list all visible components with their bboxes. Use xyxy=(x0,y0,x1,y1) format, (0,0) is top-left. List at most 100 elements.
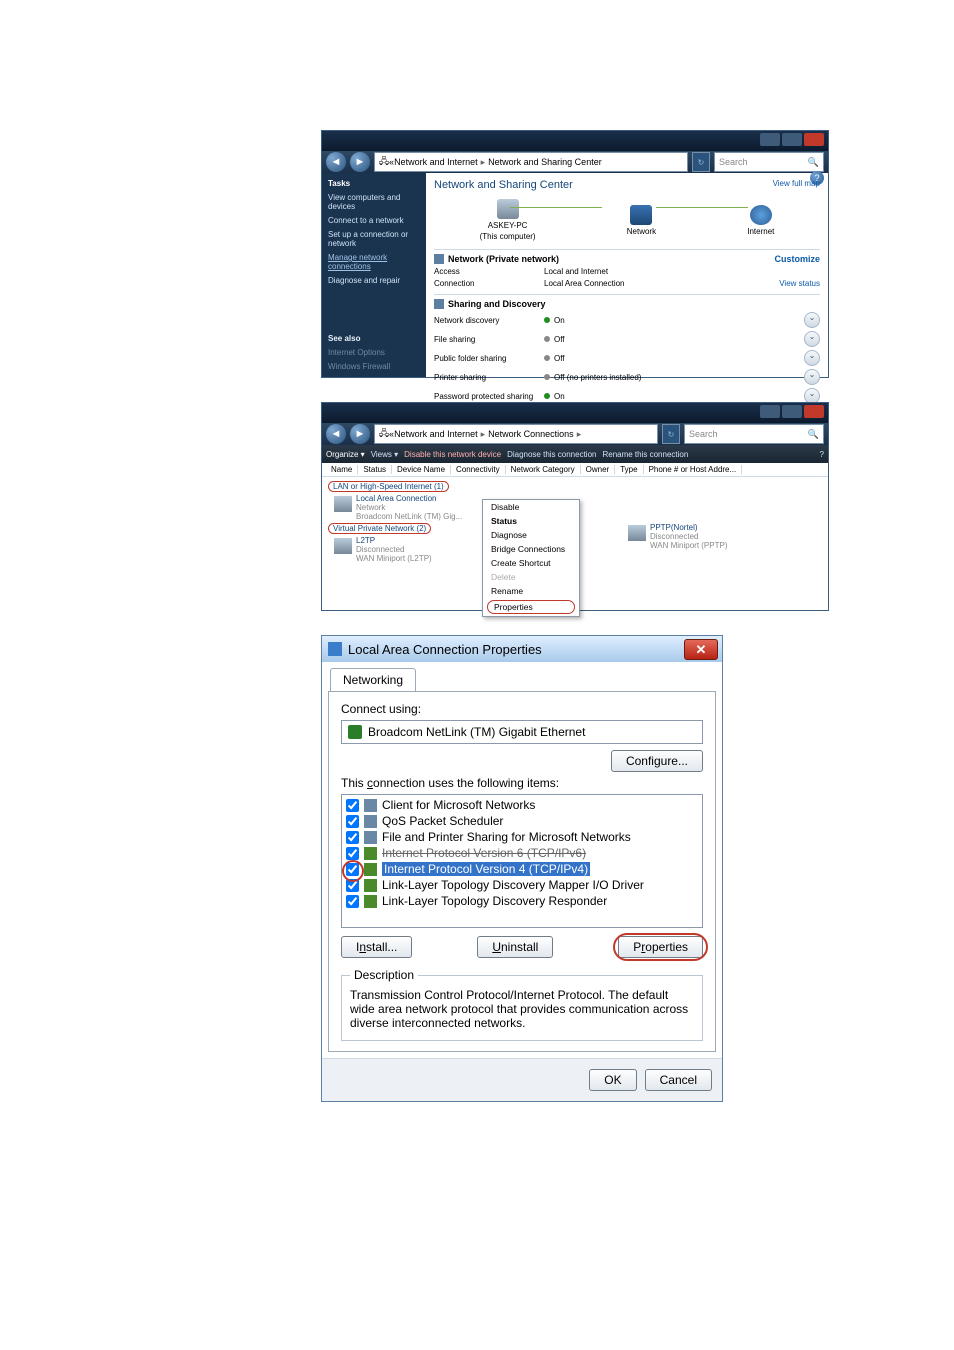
list-item[interactable]: Client for Microsoft Networks xyxy=(344,797,700,813)
search-input[interactable]: Search🔍 xyxy=(684,424,824,444)
breadcrumb-item[interactable]: Network Connections xyxy=(488,429,574,439)
sd-state: Off xyxy=(544,354,770,363)
group-header-vpn[interactable]: Virtual Private Network (2) xyxy=(328,523,431,534)
refresh-button[interactable]: ↻ xyxy=(662,424,680,444)
column-header[interactable]: Device Name xyxy=(392,465,451,474)
sharing-icon xyxy=(434,299,444,309)
menu-delete[interactable]: Delete xyxy=(483,570,579,584)
description-text: Transmission Control Protocol/Internet P… xyxy=(350,988,694,1030)
task-setup[interactable]: Set up a connection or network xyxy=(328,230,420,248)
forward-button[interactable]: ► xyxy=(350,424,370,444)
ok-button[interactable]: OK xyxy=(589,1069,636,1091)
titlebar[interactable] xyxy=(322,403,828,423)
close-button[interactable] xyxy=(804,133,824,146)
breadcrumb[interactable]: 🖧 « Network and Internet ▸ Network and S… xyxy=(374,152,688,172)
menu-status[interactable]: Status xyxy=(483,514,579,528)
menu-diagnose[interactable]: Diagnose xyxy=(483,528,579,542)
items-list[interactable]: Client for Microsoft NetworksQoS Packet … xyxy=(341,794,703,928)
close-button[interactable] xyxy=(804,405,824,418)
map-node-network[interactable]: Network xyxy=(627,205,656,236)
minimize-button[interactable] xyxy=(760,133,780,146)
access-label: Access xyxy=(434,267,544,276)
group-header-lan[interactable]: LAN or High-Speed Internet (1) xyxy=(328,481,449,492)
install-button[interactable]: Install... xyxy=(341,936,412,958)
uninstall-button[interactable]: Uninstall xyxy=(477,936,553,958)
expand-button[interactable]: ⌄ xyxy=(804,369,820,385)
minimize-button[interactable] xyxy=(760,405,780,418)
column-headers[interactable]: NameStatusDevice NameConnectivityNetwork… xyxy=(322,463,828,477)
column-header[interactable]: Type xyxy=(615,465,643,474)
menu-create-shortcut[interactable]: Create Shortcut xyxy=(483,556,579,570)
expand-button[interactable]: ⌄ xyxy=(804,350,820,366)
column-header[interactable]: Connectivity xyxy=(451,465,506,474)
menu-properties[interactable]: Properties xyxy=(487,600,575,614)
list-item[interactable]: Internet Protocol Version 6 (TCP/IPv6) xyxy=(344,845,700,861)
menu-rename[interactable]: Rename xyxy=(483,584,579,598)
cancel-button[interactable]: Cancel xyxy=(645,1069,712,1091)
breadcrumb[interactable]: 🖧 « Network and Internet ▸ Network Conne… xyxy=(374,424,658,444)
item-checkbox[interactable] xyxy=(346,895,359,908)
network-connections-window: ◄ ► 🖧 « Network and Internet ▸ Network C… xyxy=(321,402,829,611)
back-button[interactable]: ◄ xyxy=(326,424,346,444)
disable-device-button[interactable]: Disable this network device xyxy=(404,450,501,459)
search-icon: 🔍 xyxy=(808,429,819,440)
view-status-link[interactable]: View status xyxy=(770,279,820,288)
maximize-button[interactable] xyxy=(782,405,802,418)
forward-button[interactable]: ► xyxy=(350,152,370,172)
search-input[interactable]: Search🔍 xyxy=(714,152,824,172)
sd-label: Network discovery xyxy=(434,316,544,325)
view-full-map-link[interactable]: View full map xyxy=(773,179,820,188)
titlebar[interactable]: Local Area Connection Properties ✕ xyxy=(322,636,722,662)
item-checkbox[interactable] xyxy=(346,831,359,844)
task-manage-connections[interactable]: Manage network connections xyxy=(328,253,420,271)
adapter-icon xyxy=(328,642,342,656)
column-header[interactable]: Network Category xyxy=(506,465,581,474)
back-button[interactable]: ◄ xyxy=(326,152,346,172)
refresh-button[interactable]: ↻ xyxy=(692,152,710,172)
titlebar[interactable] xyxy=(322,131,828,151)
list-item[interactable]: Link-Layer Topology Discovery Mapper I/O… xyxy=(344,877,700,893)
organize-menu[interactable]: Organize ▾ xyxy=(326,450,365,459)
connection-pptp[interactable]: PPTP(Nortel)DisconnectedWAN Miniport (PP… xyxy=(628,523,728,550)
maximize-button[interactable] xyxy=(782,133,802,146)
menu-disable[interactable]: Disable xyxy=(483,500,579,514)
list-item[interactable]: Link-Layer Topology Discovery Responder xyxy=(344,893,700,909)
list-item[interactable]: QoS Packet Scheduler xyxy=(344,813,700,829)
task-connect[interactable]: Connect to a network xyxy=(328,216,420,225)
customize-link[interactable]: Customize xyxy=(774,254,820,264)
column-header[interactable]: Status xyxy=(358,465,392,474)
expand-button[interactable]: ⌄ xyxy=(804,312,820,328)
qos-icon xyxy=(364,815,377,828)
properties-button[interactable]: Properties xyxy=(618,936,703,958)
item-checkbox[interactable] xyxy=(346,815,359,828)
list-item[interactable]: File and Printer Sharing for Microsoft N… xyxy=(344,829,700,845)
configure-button[interactable]: Configure... xyxy=(611,750,703,772)
see-also-internet-options[interactable]: Internet Options xyxy=(328,348,420,357)
tasks-header: Tasks xyxy=(328,179,420,188)
rename-button[interactable]: Rename this connection xyxy=(602,450,688,459)
expand-button[interactable]: ⌄ xyxy=(804,331,820,347)
list-item[interactable]: Internet Protocol Version 4 (TCP/IPv4) xyxy=(344,861,700,877)
column-header[interactable]: Name xyxy=(326,465,358,474)
menu-bridge-connections[interactable]: Bridge Connections xyxy=(483,542,579,556)
column-header[interactable]: Phone # or Host Addre... xyxy=(644,465,743,474)
breadcrumb-item[interactable]: Network and Sharing Center xyxy=(488,157,602,167)
views-menu[interactable]: Views ▾ xyxy=(371,450,398,459)
task-view-computers[interactable]: View computers and devices xyxy=(328,193,420,211)
task-diagnose[interactable]: Diagnose and repair xyxy=(328,276,420,285)
map-node-pc[interactable]: ASKEY-PC(This computer) xyxy=(480,199,536,241)
help-icon[interactable]: ? xyxy=(820,450,824,459)
diagnose-button[interactable]: Diagnose this connection xyxy=(507,450,596,459)
sd-label: Password protected sharing xyxy=(434,392,544,401)
map-node-internet[interactable]: Internet xyxy=(747,205,774,236)
item-checkbox[interactable] xyxy=(346,847,359,860)
tab-networking[interactable]: Networking xyxy=(330,668,416,691)
breadcrumb-item[interactable]: Network and Internet xyxy=(394,429,478,439)
item-checkbox[interactable] xyxy=(346,863,359,876)
close-button[interactable]: ✕ xyxy=(684,639,718,660)
proto-icon xyxy=(364,879,377,892)
item-checkbox[interactable] xyxy=(346,799,359,812)
see-also-firewall[interactable]: Windows Firewall xyxy=(328,362,420,371)
column-header[interactable]: Owner xyxy=(581,465,616,474)
breadcrumb-item[interactable]: Network and Internet xyxy=(394,157,478,167)
